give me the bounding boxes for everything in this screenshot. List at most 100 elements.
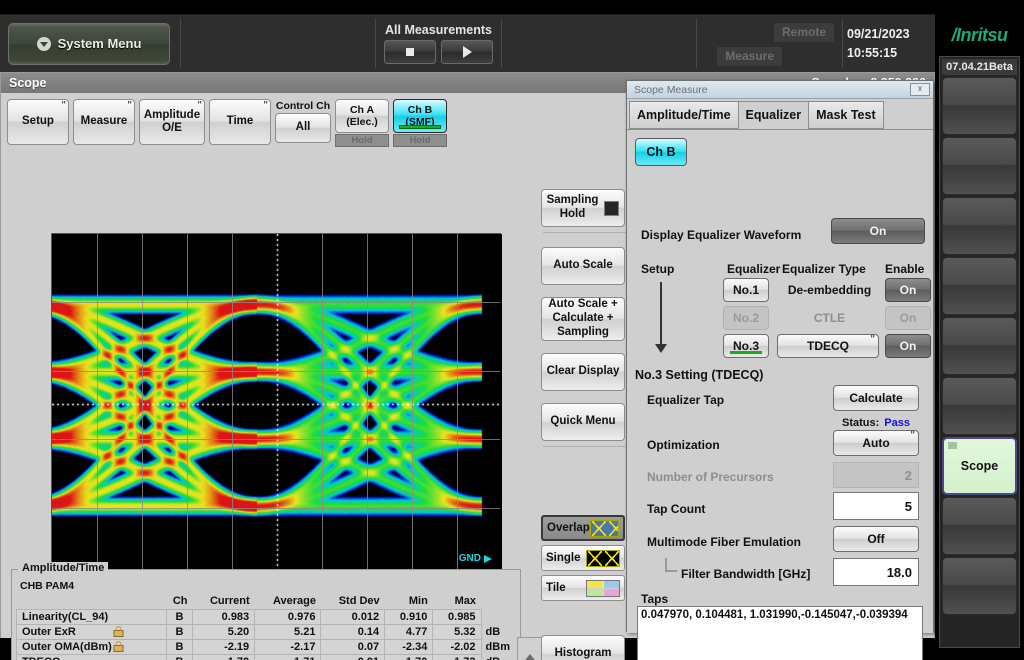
col-unit [481,594,515,610]
display-equalizer-waveform-toggle[interactable]: On [831,218,925,244]
row-stddev: 0.012 [321,610,385,625]
multimode-fiber-emulation-toggle[interactable]: Off [833,526,919,552]
view-overlap-button[interactable]: Overlap [541,515,625,541]
taskbar-item-6[interactable] [942,377,1017,435]
row-current: 1.70 [193,655,255,660]
equalizer-no1-type-label: De-embedding [782,283,877,297]
row-max: 0.985 [433,610,481,625]
stop-button[interactable] [384,40,436,64]
equalizer-column-label: Equalizer [727,262,780,276]
equalizer-no3-type-button[interactable]: " TDECQ [777,334,879,358]
row-current: -2.19 [193,640,255,655]
view-tile-button[interactable]: Tile [541,575,625,601]
scroll-up-button[interactable] [518,638,542,660]
dialog-channel-tag[interactable]: Ch B [635,138,687,166]
taps-value-box[interactable]: 0.047970, 0.104481, 1.031990,-0.145047,-… [637,606,923,660]
view-single-button[interactable]: Single [541,545,625,571]
taskbar-item-4[interactable] [942,257,1017,315]
taskbar-item-2[interactable] [942,137,1017,195]
equalizer-no1-enable-toggle[interactable]: On [885,278,931,302]
control-ch-all-button[interactable]: All [275,113,331,143]
status-row: Status: Pass [833,417,919,429]
setup-column-label: Setup [641,262,674,276]
setting-section-title: No.3 Setting (TDECQ) [635,368,763,382]
calculate-button[interactable]: Calculate [833,385,919,411]
auto-scale-button[interactable]: Auto Scale [541,247,625,285]
taskbar-item-1[interactable] [942,77,1017,135]
equalizer-no3-button[interactable]: No.3 [723,334,769,358]
equalizer-no1-button[interactable]: No.1 [723,278,769,302]
row-average: 5.21 [255,625,321,640]
taskbar-top-spacer [935,0,1024,14]
run-button[interactable] [441,40,493,64]
optimization-button[interactable]: " Auto [833,430,919,456]
channel-a-button[interactable]: Ch A (Elec.) [335,99,389,133]
row-unit: dB [481,655,515,660]
col-min: Min [385,594,433,610]
control-ch-value: All [296,121,311,134]
sampling-hold-button[interactable]: Sampling Hold [541,189,625,227]
tap-count-input[interactable]: 5 [833,492,919,520]
equalizer-no2-enable-toggle: On [885,306,931,330]
system-menu-button[interactable]: System Menu [8,23,170,65]
eye-diagram-grid [52,234,500,574]
all-measurements-buttons [384,40,493,64]
table-row[interactable]: Outer OMA(dBm) B -2.19 -2.17 0.07 -2.34 -2.02 d… [17,640,516,655]
tile-grid-icon [586,580,620,597]
auto-scale-calculate-sampling-button[interactable]: Auto Scale + Calculate + Sampling [541,297,625,341]
status-value: Pass [884,417,910,429]
table-row[interactable]: Linearity(CL_94) B 0.983 0.976 0.012 0.910 0.9… [17,610,516,625]
amplitude-oe-button[interactable]: " Amplitude O/E [139,99,205,145]
taskbar-item-8[interactable] [942,497,1017,555]
filter-bandwidth-input[interactable]: 18.0 [833,558,919,586]
taskbar-item-3[interactable] [942,197,1017,255]
tap-count-label: Tap Count [647,502,705,516]
row-channel: B [167,640,193,655]
view-mode-group: Overlap Single Tile [541,515,629,601]
quick-menu-button[interactable]: Quick Menu [541,403,625,441]
filter-bandwidth-label: Filter Bandwidth [GHz] [681,567,810,581]
tab-mask-test[interactable]: Mask Test [808,101,884,129]
channel-b-button[interactable]: Ch B (SMF) [393,99,447,133]
histogram-button[interactable]: Histogram [541,635,625,660]
col-current: Current [193,594,255,610]
dialog-title: Scope Measure [634,84,708,96]
tab-equalizer[interactable]: Equalizer [738,101,810,129]
equalizer-type-column-label: Equalizer Type [782,262,866,276]
taskbar-item-scope[interactable]: Scope [942,437,1017,495]
time-button[interactable]: " Time [209,99,271,145]
number-of-precursors-field: 2 [833,462,919,488]
close-icon[interactable]: ☓ [910,83,930,96]
col-average: Average [255,594,321,610]
status-label: Status: [842,417,879,429]
channel-b-hold[interactable]: Hold [393,134,447,147]
row-current: 0.983 [193,610,255,625]
all-measurements-group: All Measurements [376,15,501,72]
row-stddev: 0.07 [321,640,385,655]
channel-a-name: Ch A [350,104,374,116]
equalizer-no2-button: No.2 [723,306,769,330]
scope-application: System Menu All Measurements Remote Meas… [0,0,1024,660]
clear-display-button[interactable]: Clear Display [541,353,625,391]
setup-button[interactable]: " Setup [7,99,69,145]
table-row[interactable]: TDECQB1.701.710.011.701.72dB [17,655,516,660]
col-ch: Ch [167,594,193,610]
measure-button[interactable]: " Measure [73,99,135,145]
taskbar-item-5[interactable] [942,317,1017,375]
multimode-fiber-emulation-label: Multimode Fiber Emulation [647,535,801,549]
table-row[interactable]: Outer ExR B 5.20 5.21 0.14 4.77 5.32 dB [17,625,516,640]
dialog-titlebar: Scope Measure ☓ [627,81,933,99]
eye-diagram-display[interactable]: GND [51,233,501,575]
equalizer-no3-enable-toggle[interactable]: On [885,334,931,358]
col-max: Max [433,594,481,610]
row-channel: B [167,625,193,640]
taskbar-item-9[interactable] [942,557,1017,615]
tab-amplitude-time[interactable]: Amplitude/Time [629,101,739,129]
table-legend: Amplitude/Time [18,562,108,574]
gnd-marker: GND [459,553,492,564]
row-unit: dBm [481,640,515,655]
channel-a-hold[interactable]: Hold [335,134,389,147]
dialog-tabs: Amplitude/Time Equalizer Mask Test [629,101,931,129]
firmware-version-label: 07.04.21Beta [942,59,1017,75]
row-average: -2.17 [255,640,321,655]
